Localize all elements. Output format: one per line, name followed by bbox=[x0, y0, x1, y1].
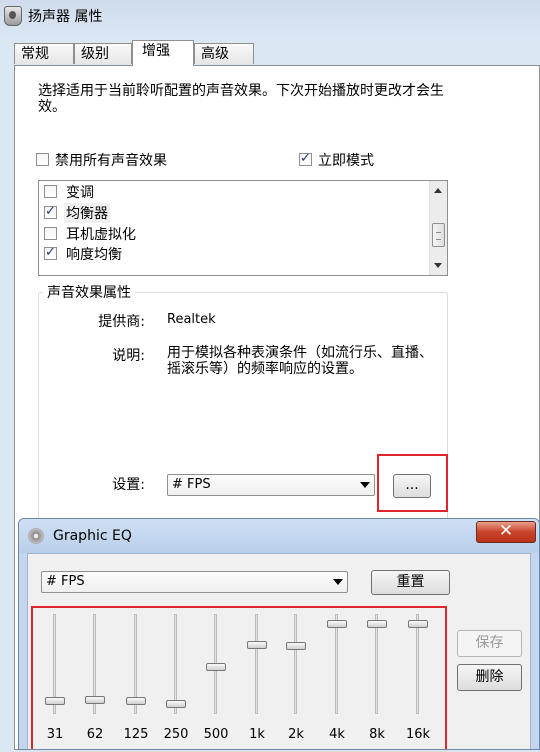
effects-list[interactable]: 变调 均衡器 耳机虚拟化 响度均衡 bbox=[38, 180, 448, 276]
eq-freq-label: 1k bbox=[249, 727, 265, 742]
list-item-loudness-equalization[interactable]: 响度均衡 bbox=[39, 243, 429, 263]
slider-track bbox=[375, 614, 378, 714]
chevron-down-icon bbox=[360, 482, 370, 488]
eq-freq-label: 16k bbox=[405, 727, 431, 742]
eq-slider-4k[interactable] bbox=[327, 614, 347, 714]
eq-body: # FPS 重置 31 62 125 250 500 1k 2k 4k 8k 16k 保存 删除 bbox=[27, 553, 531, 749]
immediate-mode-label[interactable]: 立即模式 bbox=[318, 150, 374, 170]
list-item-pitch-shift[interactable]: 变调 bbox=[39, 181, 429, 201]
tab-advanced[interactable]: 高级 bbox=[194, 43, 254, 64]
reset-button[interactable]: 重置 bbox=[371, 570, 450, 595]
eq-slider-8k[interactable] bbox=[367, 614, 387, 714]
slider-thumb[interactable] bbox=[85, 695, 105, 704]
eq-freq-label: 500 bbox=[203, 727, 229, 742]
highlight-settings-button bbox=[377, 454, 448, 512]
effect-label: 变调 bbox=[66, 185, 94, 201]
speaker-icon bbox=[4, 6, 22, 26]
eq-slider-500[interactable] bbox=[206, 614, 226, 714]
slider-thumb[interactable] bbox=[286, 641, 306, 650]
delete-button[interactable]: 删除 bbox=[457, 664, 522, 691]
effect-label: 均衡器 bbox=[64, 203, 110, 223]
enhancements-description: 选择适用于当前聆听配置的声音效果。下次开始播放时更改才会生效。 bbox=[38, 83, 444, 115]
disable-all-checkbox[interactable] bbox=[36, 153, 49, 166]
eq-freq-label: 250 bbox=[163, 727, 189, 742]
title-bar[interactable]: 扬声器 属性 bbox=[0, 0, 540, 32]
eq-window-title: Graphic EQ bbox=[53, 528, 132, 544]
eq-title-bar[interactable]: Graphic EQ ✕ bbox=[19, 519, 539, 553]
eq-preset-dropdown[interactable]: # FPS bbox=[41, 571, 348, 593]
tab-levels[interactable]: 级别 bbox=[74, 43, 132, 64]
effect-checkbox[interactable] bbox=[44, 245, 57, 260]
cd-icon bbox=[28, 528, 44, 544]
effects-scrollbar[interactable] bbox=[429, 181, 447, 275]
description-value: 用于模拟各种表演条件（如流行乐、直播、摇滚乐等）的频率响应的设置。 bbox=[167, 345, 433, 377]
slider-thumb[interactable] bbox=[206, 662, 226, 671]
eq-freq-label: 125 bbox=[123, 727, 149, 742]
slider-track bbox=[294, 614, 297, 714]
eq-freq-label: 2k bbox=[288, 727, 304, 742]
settings-dropdown[interactable]: # FPS bbox=[167, 474, 375, 496]
graphic-eq-window: Graphic EQ ✕ # FPS 重置 31 62 125 250 500 1k 2k 4… bbox=[18, 518, 540, 750]
slider-thumb[interactable] bbox=[367, 619, 387, 628]
effect-checkbox[interactable] bbox=[44, 227, 57, 240]
slider-thumb[interactable] bbox=[45, 696, 65, 705]
eq-slider-2k[interactable] bbox=[286, 614, 306, 714]
slider-thumb[interactable] bbox=[327, 619, 347, 628]
effect-label: 耳机虚拟化 bbox=[66, 227, 136, 243]
disable-all-label[interactable]: 禁用所有声音效果 bbox=[55, 150, 167, 170]
list-item-equalizer[interactable]: 均衡器 bbox=[39, 202, 429, 223]
eq-freq-label: 31 bbox=[46, 727, 64, 742]
save-button[interactable]: 保存 bbox=[457, 630, 522, 657]
immediate-mode-checkbox[interactable] bbox=[299, 151, 312, 166]
eq-slider-31[interactable] bbox=[45, 614, 65, 714]
close-button[interactable]: ✕ bbox=[476, 521, 536, 543]
effect-checkbox[interactable] bbox=[44, 204, 57, 219]
effect-checkbox[interactable] bbox=[44, 185, 57, 198]
description-label: 说明: bbox=[112, 348, 145, 364]
slider-thumb[interactable] bbox=[247, 640, 267, 649]
provider-value: Realtek bbox=[167, 312, 216, 327]
slider-thumb[interactable] bbox=[408, 619, 428, 628]
slider-track bbox=[416, 614, 419, 714]
provider-label: 提供商: bbox=[98, 314, 145, 330]
slider-thumb[interactable] bbox=[126, 696, 146, 705]
eq-preset-value: # FPS bbox=[46, 574, 85, 589]
list-item-headphone-virtualization[interactable]: 耳机虚拟化 bbox=[39, 223, 429, 243]
tab-enhancements[interactable]: 增强 bbox=[132, 40, 194, 66]
slider-thumb[interactable] bbox=[166, 699, 186, 708]
eq-slider-250[interactable] bbox=[166, 614, 186, 714]
effect-label: 响度均衡 bbox=[66, 247, 122, 263]
scroll-thumb[interactable] bbox=[432, 223, 445, 247]
tab-general[interactable]: 常规 bbox=[14, 43, 74, 64]
settings-dropdown-value: # FPS bbox=[172, 477, 211, 492]
settings-label: 设置: bbox=[112, 477, 145, 493]
eq-slider-1k[interactable] bbox=[247, 614, 267, 714]
effect-properties-title: 声音效果属性 bbox=[43, 282, 135, 302]
slider-track bbox=[335, 614, 338, 714]
eq-slider-125[interactable] bbox=[126, 614, 146, 714]
eq-freq-label: 4k bbox=[329, 727, 345, 742]
eq-freq-label: 62 bbox=[86, 727, 104, 742]
eq-slider-62[interactable] bbox=[85, 614, 105, 714]
slider-track bbox=[255, 614, 258, 714]
eq-slider-16k[interactable] bbox=[408, 614, 428, 714]
eq-freq-label: 8k bbox=[369, 727, 385, 742]
scroll-down-icon[interactable] bbox=[434, 263, 442, 268]
window-title: 扬声器 属性 bbox=[28, 9, 103, 25]
scroll-up-icon[interactable] bbox=[434, 188, 442, 193]
chevron-down-icon bbox=[333, 579, 343, 585]
